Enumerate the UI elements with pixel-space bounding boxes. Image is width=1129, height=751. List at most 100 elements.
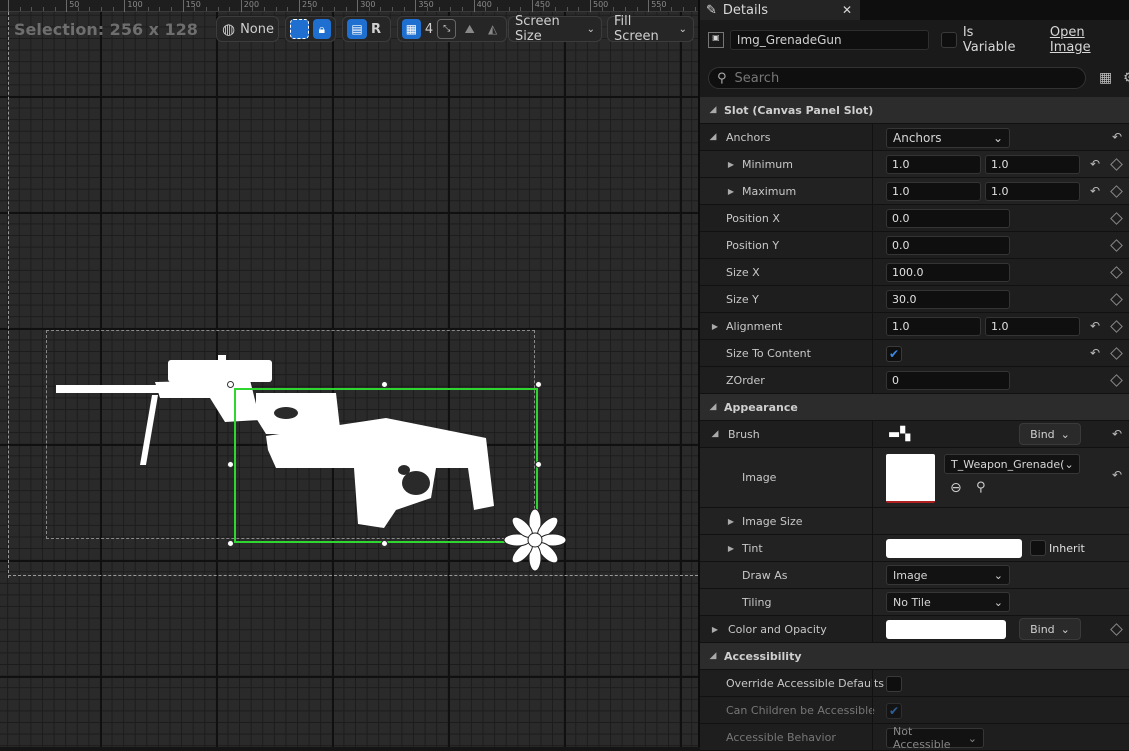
- property-maximum: ▶ Maximum 1.0 1.0 ↶: [700, 178, 1129, 205]
- screen-size-dropdown[interactable]: Screen Size ⌄: [508, 14, 602, 44]
- keyframe-diamond-icon[interactable]: [1110, 622, 1123, 636]
- expand-arrow-icon[interactable]: ▶: [708, 322, 722, 331]
- widget-name-field[interactable]: Img_GrenadeGun: [729, 30, 929, 50]
- draw-as-dropdown[interactable]: Image ⌄: [886, 565, 1010, 585]
- size-x-input[interactable]: 100.0: [886, 263, 1010, 282]
- position-x-input[interactable]: 0.0: [886, 209, 1010, 228]
- expand-arrow-icon[interactable]: ▶: [708, 625, 722, 634]
- size-y-input[interactable]: 30.0: [886, 290, 1010, 309]
- keyframe-diamond-icon[interactable]: [1110, 373, 1123, 387]
- close-icon[interactable]: ✕: [842, 3, 852, 17]
- color-bind-button[interactable]: Bind ⌄: [1019, 618, 1081, 640]
- resize-handle-left[interactable]: [227, 461, 234, 468]
- browse-asset-icon[interactable]: ⚲: [976, 480, 986, 495]
- override-accessible-checkbox[interactable]: [886, 675, 902, 692]
- resize-handle-bottom[interactable]: [381, 540, 388, 547]
- transform-icon[interactable]: ⤡: [437, 19, 457, 39]
- details-tab[interactable]: ✎ Details ✕: [700, 0, 860, 20]
- tint-color-swatch[interactable]: [886, 539, 1022, 558]
- alignment-x-input[interactable]: 1.0: [886, 317, 981, 336]
- minimum-x-input[interactable]: 1.0: [886, 155, 981, 174]
- image-asset-dropdown[interactable]: T_Weapon_Grenade(⌄: [944, 454, 1080, 474]
- image-label: Image: [742, 471, 777, 484]
- resize-handle-right[interactable]: [535, 461, 542, 468]
- grid-toolbar[interactable]: ▦ 4 ⤡ ⛰ ◭: [397, 16, 507, 42]
- ruler-tick-label: 300: [360, 0, 376, 9]
- designer-viewport[interactable]: 50 100 150 200 250 300 350 400 450 500 550 Selecti…: [0, 0, 698, 747]
- selection-size-label: Selection: 256 x 128: [14, 20, 198, 39]
- tiling-dropdown[interactable]: No Tile ⌄: [886, 592, 1010, 612]
- keyframe-diamond-icon[interactable]: [1110, 184, 1123, 198]
- expand-arrow-icon[interactable]: ▶: [724, 544, 738, 553]
- ruler-minor-tick: [194, 7, 196, 11]
- brush-bind-button[interactable]: Bind ⌄: [1019, 423, 1081, 445]
- keyframe-diamond-icon[interactable]: [1110, 265, 1123, 279]
- chevron-down-icon: ⌄: [586, 23, 595, 35]
- image-thumbnail[interactable]: [886, 454, 935, 503]
- size-y-label: Size Y: [726, 292, 759, 306]
- zorder-input[interactable]: 0: [886, 371, 1010, 390]
- reset-arrow-icon[interactable]: ↶: [1090, 319, 1100, 333]
- open-image-link[interactable]: Open Image: [1050, 25, 1129, 55]
- expand-arrow-icon[interactable]: ▶: [724, 160, 738, 169]
- collapse-arrow-icon[interactable]: ◢: [708, 429, 722, 439]
- reset-arrow-icon[interactable]: ↶: [1112, 130, 1122, 144]
- globe-icon[interactable]: ◍: [221, 19, 236, 39]
- resize-handle-top[interactable]: [381, 381, 388, 388]
- column-divider: [872, 535, 873, 561]
- collapse-arrow-icon[interactable]: ◢: [706, 132, 720, 142]
- maximum-y-input[interactable]: 1.0: [985, 182, 1080, 201]
- inherit-checkbox[interactable]: [1030, 540, 1046, 556]
- resize-handle-bl[interactable]: [227, 540, 234, 547]
- ruler-tick: 200: [240, 0, 259, 12]
- reset-arrow-icon[interactable]: ↶: [1112, 427, 1122, 441]
- position-y-input[interactable]: 0.0: [886, 236, 1010, 255]
- mirror-icon[interactable]: ◭: [483, 19, 502, 39]
- selected-widget-outline[interactable]: [234, 388, 538, 543]
- r-toggle[interactable]: R: [371, 22, 381, 37]
- minimum-y-input[interactable]: 1.0: [985, 155, 1080, 174]
- reset-arrow-icon[interactable]: ↶: [1090, 346, 1100, 360]
- resize-handle-tr[interactable]: [535, 381, 542, 388]
- keyframe-diamond-icon[interactable]: [1110, 319, 1123, 333]
- grid-snap-icon[interactable]: ▦: [402, 19, 421, 39]
- use-selected-asset-icon[interactable]: ⊖: [950, 480, 962, 496]
- color-opacity-swatch[interactable]: [886, 620, 1006, 639]
- keyframe-diamond-icon[interactable]: [1110, 238, 1123, 252]
- reset-arrow-icon[interactable]: ↶: [1090, 184, 1100, 198]
- keyframe-diamond-icon[interactable]: [1110, 292, 1123, 306]
- widget-type-icon: ▣: [708, 32, 724, 48]
- expand-arrow-icon[interactable]: ▶: [724, 187, 738, 196]
- lock-icon[interactable]: 🔒︎: [312, 19, 331, 39]
- resize-handle-tl[interactable]: [227, 381, 234, 388]
- image-preview-icon[interactable]: ⛰: [460, 19, 479, 39]
- reset-arrow-icon[interactable]: ↶: [1090, 157, 1100, 171]
- keyframe-diamond-icon[interactable]: [1110, 346, 1123, 360]
- keyframe-diamond-icon[interactable]: [1110, 157, 1123, 171]
- layout-icon[interactable]: ▤: [347, 19, 367, 39]
- marquee-select-icon[interactable]: .: [290, 19, 309, 39]
- grid-size-value[interactable]: 4: [425, 22, 433, 37]
- anchors-dropdown[interactable]: Anchors ⌄: [886, 127, 1010, 148]
- keyframe-diamond-icon[interactable]: [1110, 211, 1123, 225]
- anchor-flower-icon[interactable]: [503, 508, 567, 572]
- search-input[interactable]: ⚲ Search: [708, 67, 1086, 89]
- fill-screen-dropdown[interactable]: Fill Screen ⌄: [607, 14, 694, 44]
- alignment-y-input[interactable]: 1.0: [985, 317, 1080, 336]
- selection-toolbar[interactable]: . 🔒︎: [285, 16, 336, 42]
- ruler-tick: 400: [473, 0, 492, 12]
- category-appearance[interactable]: ◢ Appearance: [700, 394, 1129, 421]
- is-variable-checkbox[interactable]: [940, 32, 957, 48]
- respect-locks-toolbar[interactable]: ▤ R: [342, 16, 391, 42]
- category-slot[interactable]: ◢ Slot (Canvas Panel Slot): [700, 97, 1129, 124]
- table-view-icon[interactable]: ▦: [1099, 70, 1112, 86]
- culture-label[interactable]: None: [240, 22, 274, 37]
- localization-toolbar[interactable]: ◍ None: [216, 16, 279, 42]
- ruler-minor-tick: [112, 7, 114, 11]
- category-accessibility[interactable]: ◢ Accessibility: [700, 643, 1129, 670]
- settings-icon[interactable]: ⚙: [1123, 70, 1129, 86]
- expand-arrow-icon[interactable]: ▶: [724, 517, 738, 526]
- maximum-x-input[interactable]: 1.0: [886, 182, 981, 201]
- reset-arrow-icon[interactable]: ↶: [1112, 468, 1122, 482]
- size-to-content-checkbox[interactable]: ✔: [886, 345, 902, 362]
